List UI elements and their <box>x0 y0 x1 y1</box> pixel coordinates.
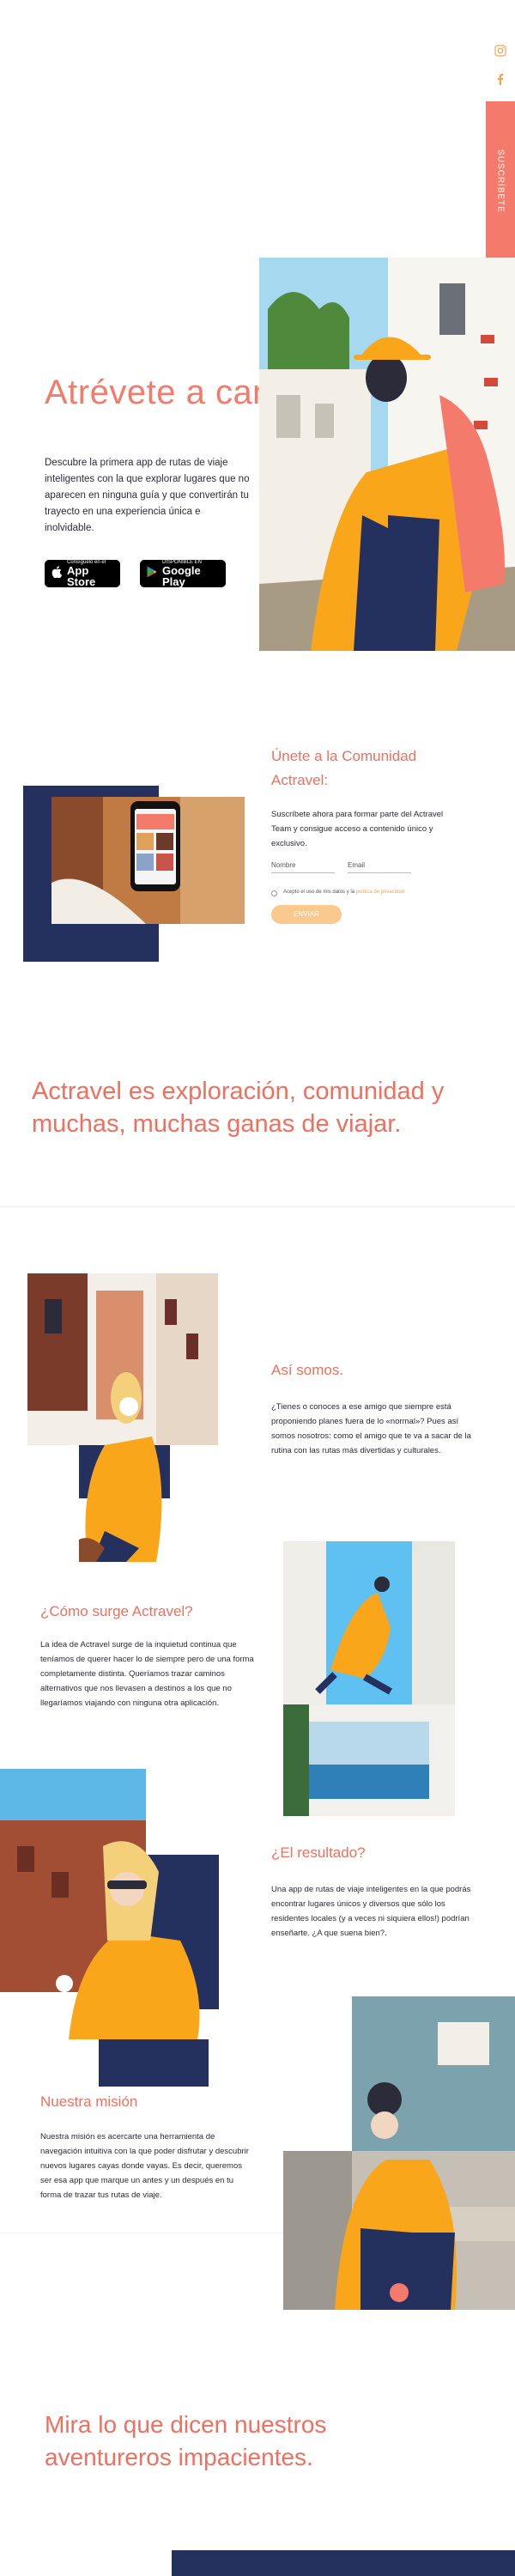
community-description: Suscríbete ahora para formar parte del A… <box>271 810 444 848</box>
brand-statement: Actravel es exploración, comunidad y muc… <box>32 1078 445 1138</box>
email-field[interactable]: Email <box>348 861 411 873</box>
app-store-button[interactable]: Consíguelo en el App Store <box>45 560 120 587</box>
about-title: Así somos. <box>271 1362 344 1378</box>
privacy-link[interactable]: política de privacidad <box>356 890 404 895</box>
name-field[interactable]: Nombre <box>271 861 335 873</box>
hero-image <box>259 258 515 651</box>
google-play-icon <box>147 566 157 582</box>
origin-body: La idea de Actravel surge de la inquietu… <box>40 1640 254 1708</box>
privacy-label: Acepto el uso de mis datos y la <box>283 890 355 895</box>
result-image <box>0 1769 219 2039</box>
mission-body: Nuestra misión es acercarte una herramie… <box>40 2132 249 2200</box>
hero-description: Descubre la primera app de rutas de viaj… <box>45 458 250 533</box>
mission-title: Nuestra misión <box>40 2093 138 2110</box>
mission-image <box>283 1996 515 2310</box>
result-body: Una app de rutas de viaje inteligentes e… <box>271 1885 471 1938</box>
email-field-placeholder: Email <box>348 861 366 869</box>
divider <box>0 1206 515 1207</box>
google-play-button[interactable]: DISPONIBLE EN Google Play <box>140 560 226 587</box>
instagram-icon[interactable] <box>494 45 506 57</box>
result-title: ¿El resultado? <box>271 1844 366 1861</box>
facebook-icon[interactable] <box>494 73 506 85</box>
origin-image <box>283 1541 515 1816</box>
origin-title: ¿Cómo surge Actravel? <box>40 1603 193 1619</box>
privacy-checkbox[interactable] <box>271 890 277 896</box>
submit-button[interactable]: ENVIAR <box>271 905 342 924</box>
about-body: ¿Tienes o conoces a ese amigo que siempr… <box>271 1402 471 1455</box>
privacy-text: Acepto el uso de mis datos y la política… <box>283 890 404 895</box>
app-store-label: App Store <box>67 564 96 588</box>
subscribe-tab[interactable]: SUSCRÍBETE <box>486 101 515 260</box>
apple-icon <box>52 565 63 582</box>
about-image <box>27 1273 218 1562</box>
testimonials-title: Mira lo que dicen nuestros aventureros i… <box>45 2411 327 2470</box>
subscribe-label: SUSCRÍBETE <box>495 149 506 213</box>
testimonials-banner <box>172 2550 515 2576</box>
name-field-placeholder: Nombre <box>271 861 296 869</box>
community-image <box>52 797 245 924</box>
community-title: Únete a la Comunidad Actravel: <box>271 748 417 788</box>
google-play-label: Google Play <box>162 564 201 588</box>
